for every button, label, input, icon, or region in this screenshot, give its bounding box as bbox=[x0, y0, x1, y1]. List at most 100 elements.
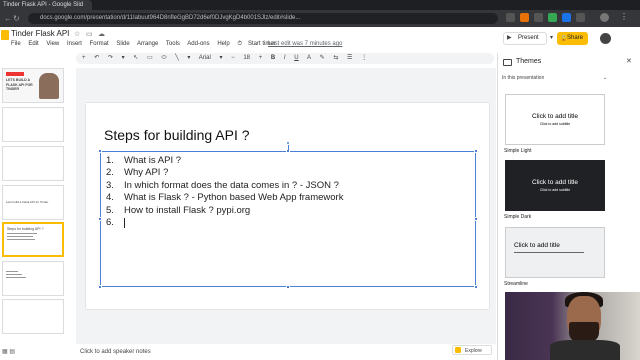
numbered-list[interactable]: 1. What is API ? 2. Why API ? 3. In which f… bbox=[106, 155, 343, 229]
theme-option[interactable]: Click to add title Click to add subtitle bbox=[505, 94, 605, 145]
slide-thumbnail[interactable] bbox=[2, 107, 64, 142]
font-dropdown-icon[interactable]: ▾ bbox=[219, 55, 222, 61]
zoom-dropdown[interactable]: ▾ bbox=[122, 55, 125, 61]
menu-slide[interactable]: Slide bbox=[116, 41, 129, 47]
slide-title[interactable]: Steps for building API ? bbox=[104, 127, 250, 143]
slide-thumbnail-selected[interactable]: Steps for building API ? bbox=[2, 222, 64, 257]
profile-icon[interactable] bbox=[600, 13, 609, 22]
bg-dropdown[interactable]: ▾ bbox=[187, 55, 190, 61]
menu-bar: File Edit View Insert Format Slide Arran… bbox=[11, 41, 282, 48]
menu-file[interactable]: File bbox=[11, 41, 21, 47]
url-field[interactable]: docs.google.com/presentation/d/11Iabuut9… bbox=[28, 13, 498, 24]
user-avatar[interactable] bbox=[600, 33, 611, 44]
theme-preview-title: Click to add title bbox=[532, 179, 578, 186]
slides-logo-icon[interactable] bbox=[1, 30, 9, 40]
speaker-notes[interactable]: Click to add speaker notes bbox=[76, 345, 496, 360]
link-button[interactable]: ⇆ bbox=[333, 55, 338, 61]
star-icon[interactable]: ☆ bbox=[74, 30, 80, 38]
thumb-line bbox=[7, 233, 37, 234]
browser-tab-bar bbox=[0, 0, 640, 10]
browser-tab[interactable]: Tinder Flask API - Google Slid bbox=[0, 0, 92, 10]
resize-handle[interactable] bbox=[98, 217, 102, 221]
browser-menu-icon[interactable]: ⋮ bbox=[620, 12, 628, 21]
underline-button[interactable]: U bbox=[294, 55, 298, 61]
more-options-button[interactable]: ⋮ bbox=[361, 55, 367, 61]
slide-thumbnail[interactable]: Lets build a Flask API for Tinder bbox=[2, 185, 64, 220]
menu-addons[interactable]: Add-ons bbox=[187, 41, 209, 47]
extension-icon[interactable] bbox=[562, 13, 571, 22]
theme-option[interactable]: Click to add title Click to add subtitle bbox=[505, 160, 605, 211]
theme-preview-subtitle: Click to add subtitle bbox=[539, 188, 571, 192]
close-icon[interactable]: ✕ bbox=[626, 57, 632, 65]
document-title[interactable]: Tinder Flask API bbox=[11, 29, 69, 38]
formatting-toolbar: + ↶ ↷ ▾ ↖ ▭ ⬭ ╲ ▾ Arial ▾ − 18 + B I U A… bbox=[76, 53, 494, 64]
thumb-title: Steps for building API ? bbox=[7, 227, 44, 231]
extension-icon[interactable] bbox=[576, 13, 585, 22]
menu-view[interactable]: View bbox=[46, 41, 59, 47]
view-toggle-icons[interactable]: ▦ ▤ bbox=[2, 348, 15, 355]
back-icon[interactable]: ← bbox=[4, 10, 12, 27]
extension-icon[interactable] bbox=[548, 13, 557, 22]
present-label: Present bbox=[518, 35, 539, 41]
list-item: 4. What is Flask ? - Python based Web App… bbox=[106, 192, 344, 204]
move-folder-icon[interactable]: ▭ bbox=[86, 30, 93, 38]
menu-edit[interactable]: Edit bbox=[28, 41, 38, 47]
bold-button[interactable]: B bbox=[271, 55, 275, 61]
thumb-line bbox=[6, 277, 26, 278]
theme-name: Simple Dark bbox=[504, 214, 532, 220]
theme-preview-line bbox=[514, 252, 584, 253]
menu-format[interactable]: Format bbox=[90, 41, 109, 47]
thumb-person-image bbox=[39, 73, 59, 99]
resize-handle[interactable] bbox=[98, 149, 102, 153]
lock-icon: 🔒 bbox=[560, 36, 568, 42]
themes-icon bbox=[503, 59, 512, 66]
present-dropdown-icon[interactable]: ▾ bbox=[550, 34, 553, 41]
italic-button[interactable]: I bbox=[284, 55, 286, 61]
list-item: 3. In which format does the data comes in… bbox=[106, 179, 339, 191]
font-size-field[interactable]: 18 bbox=[243, 55, 250, 61]
list-item: 6. bbox=[106, 217, 343, 229]
shape-tool[interactable]: ⬭ bbox=[161, 55, 166, 61]
rotate-handle[interactable] bbox=[286, 141, 290, 145]
menu-help[interactable]: Help bbox=[217, 41, 229, 47]
new-slide-button[interactable]: + bbox=[82, 55, 86, 61]
line-tool[interactable]: ╲ bbox=[175, 55, 179, 61]
slide-thumbnail[interactable] bbox=[2, 146, 64, 181]
align-button[interactable]: ☰ bbox=[347, 55, 352, 61]
theme-name: Streamline bbox=[504, 281, 528, 287]
extension-icon[interactable] bbox=[506, 13, 515, 22]
chevron-down-icon[interactable]: ⌄ bbox=[603, 75, 607, 81]
redo-button[interactable]: ↷ bbox=[108, 55, 113, 61]
resize-handle[interactable] bbox=[474, 149, 478, 153]
select-tool[interactable]: ↖ bbox=[133, 55, 138, 61]
resize-handle[interactable] bbox=[98, 285, 102, 289]
thumb-logo bbox=[6, 72, 24, 76]
themes-section-label: In this presentation bbox=[502, 75, 545, 81]
font-size-increase[interactable]: + bbox=[259, 55, 263, 61]
text-color-button[interactable]: A bbox=[307, 55, 311, 61]
textbox-tool[interactable]: ▭ bbox=[147, 55, 153, 61]
highlight-button[interactable]: ✎ bbox=[320, 55, 325, 61]
font-size-decrease[interactable]: − bbox=[231, 55, 235, 61]
last-edit-link[interactable]: Last edit was 7 minutes ago bbox=[268, 41, 342, 47]
theme-option[interactable]: Click to add title bbox=[505, 227, 605, 278]
menu-tools[interactable]: Tools bbox=[166, 41, 180, 47]
timer-icon: ⏱ bbox=[237, 41, 243, 47]
font-family-select[interactable]: Arial bbox=[199, 55, 211, 61]
resize-handle[interactable] bbox=[474, 217, 478, 221]
menu-insert[interactable]: Insert bbox=[67, 41, 82, 47]
reload-icon[interactable]: ↻ bbox=[13, 10, 20, 27]
resize-handle[interactable] bbox=[286, 285, 290, 289]
extension-icon[interactable] bbox=[520, 13, 529, 22]
slide-thumbnail[interactable]: LETS BUILD A FLASK API FOR TINDER bbox=[2, 68, 64, 103]
menu-arrange[interactable]: Arrange bbox=[137, 41, 158, 47]
slide-thumbnail[interactable] bbox=[2, 261, 64, 296]
extension-icon[interactable] bbox=[534, 13, 543, 22]
resize-handle[interactable] bbox=[474, 285, 478, 289]
text-cursor bbox=[124, 217, 125, 228]
slide-thumbnail[interactable] bbox=[2, 299, 64, 334]
list-item: 5. How to install Flask ? pypi.org bbox=[106, 204, 251, 216]
thumb-text: Lets build a Flask API for Tinder bbox=[6, 200, 49, 204]
themes-panel-title: Themes bbox=[516, 58, 542, 65]
undo-button[interactable]: ↶ bbox=[94, 55, 99, 61]
